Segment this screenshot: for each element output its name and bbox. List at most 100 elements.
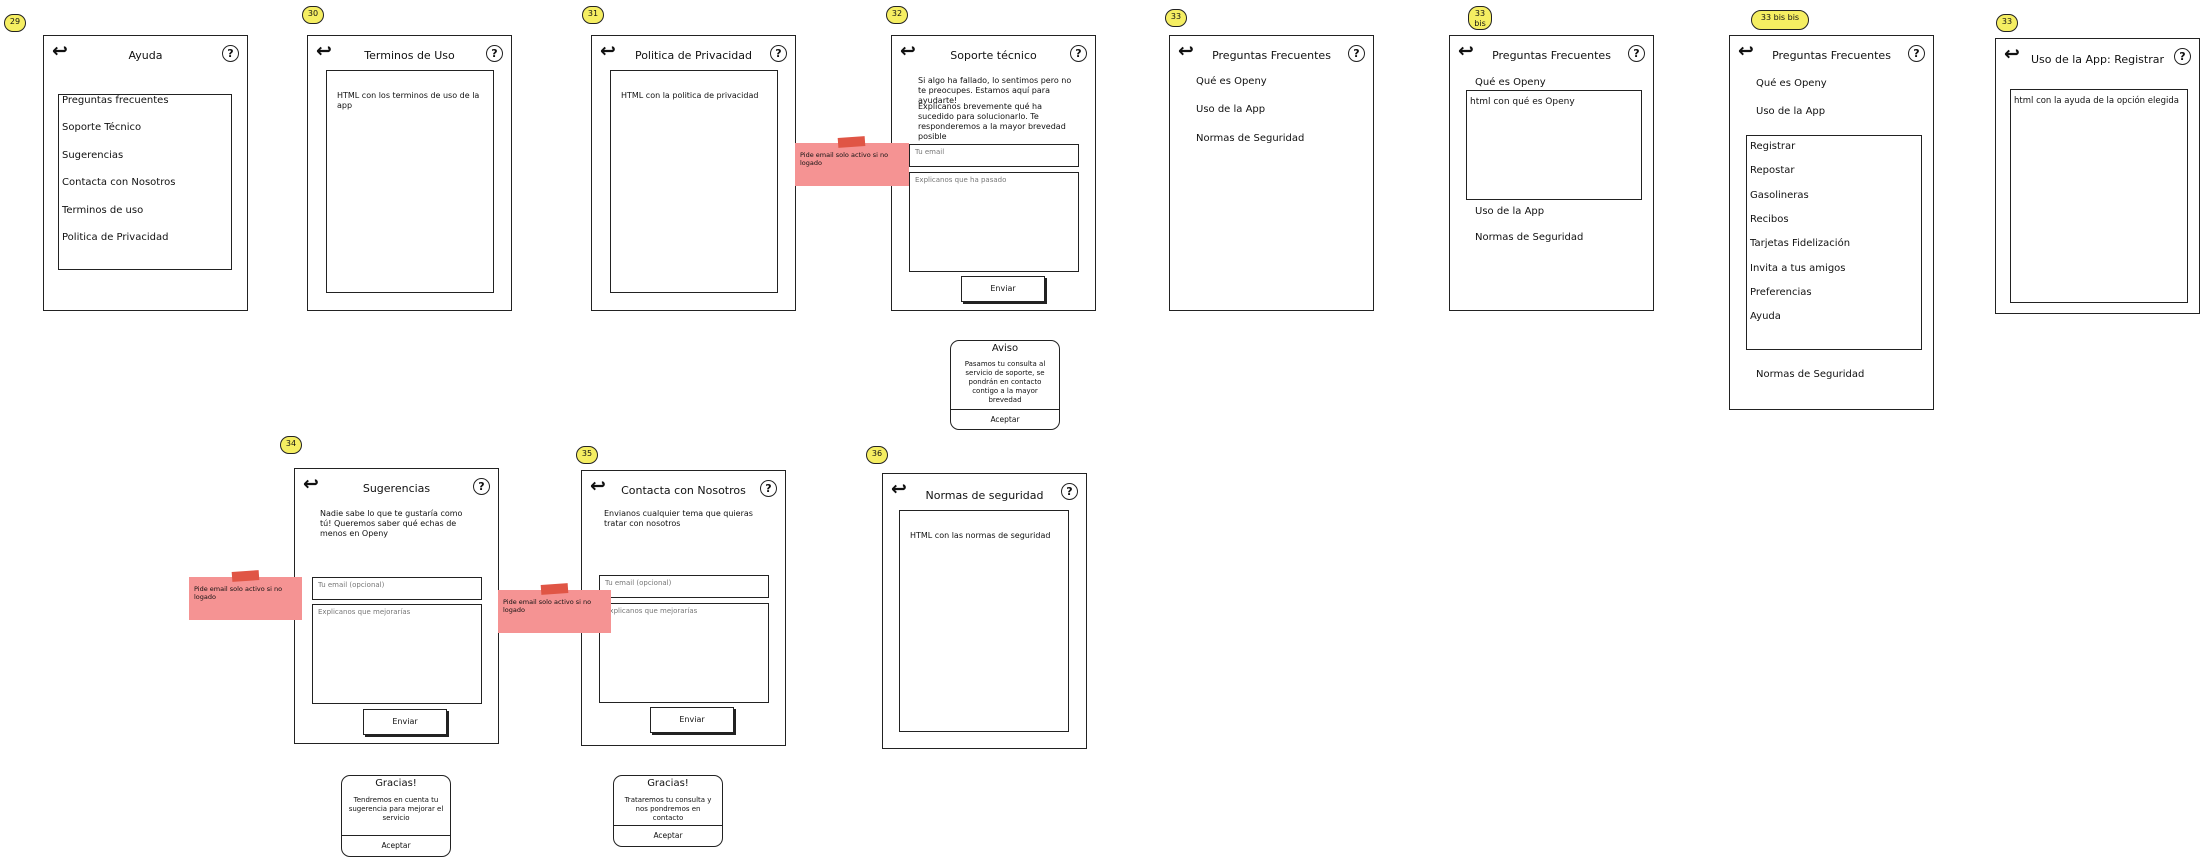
faq-item-uso-app[interactable]: Uso de la App: [1475, 206, 1544, 217]
screen-number-badge: 32: [886, 6, 908, 24]
screen-title: Preguntas Frecuentes: [1492, 49, 1611, 62]
help-icon[interactable]: ?: [770, 45, 787, 62]
menu-item-tech-support[interactable]: Soporte Técnico: [62, 122, 141, 133]
note-tape: [231, 570, 260, 582]
submenu-item-ayuda[interactable]: Ayuda: [1750, 311, 1781, 322]
faq-item-uso-app[interactable]: Uso de la App: [1196, 104, 1265, 115]
screen-title: Soporte técnico: [950, 49, 1037, 62]
submenu-item-recibos[interactable]: Recibos: [1750, 214, 1789, 225]
menu-item-suggestions[interactable]: Sugerencias: [62, 150, 123, 161]
dialog-accept-button[interactable]: Aceptar: [614, 831, 722, 840]
faq-item-normas-seguridad[interactable]: Normas de Seguridad: [1196, 133, 1304, 144]
sticky-note: Pide email solo activo si no logado: [498, 590, 611, 633]
help-icon[interactable]: ?: [1908, 45, 1925, 62]
help-icon[interactable]: ?: [1061, 483, 1078, 500]
html-content-area: HTML con los terminos de uso de la app: [326, 70, 494, 293]
email-field[interactable]: Tu email (opcional): [312, 577, 482, 600]
instructions-text: Explicanos brevemente qué ha sucedido pa…: [918, 102, 1066, 141]
menu-item-faq[interactable]: Preguntas frecuentes: [62, 95, 169, 106]
help-icon[interactable]: ?: [486, 45, 503, 62]
help-icon[interactable]: ?: [2174, 48, 2191, 65]
faq-item-que-es-openy[interactable]: Qué es Openy: [1196, 76, 1267, 87]
email-field[interactable]: Tu email (opcional): [599, 575, 769, 598]
screen-title: Sugerencias: [362, 482, 431, 495]
screen-title: Preguntas Frecuentes: [1212, 49, 1331, 62]
screen-number-badge: 34: [280, 436, 302, 454]
html-content-area: html con la ayuda de la opción elegida: [2010, 89, 2188, 303]
screen-title: Normas de seguridad: [925, 489, 1044, 502]
menu-item-contact[interactable]: Contacta con Nosotros: [62, 177, 175, 188]
note-tape: [837, 136, 866, 148]
submenu-item-registrar[interactable]: Registrar: [1750, 141, 1795, 152]
screen-number-badge: 33 bis: [1468, 6, 1492, 30]
submenu-item-repostar[interactable]: Repostar: [1750, 165, 1795, 176]
intro-text: Nadie sabe lo que te gustaría como tú! Q…: [320, 509, 463, 538]
dialog-accept-button[interactable]: Aceptar: [342, 841, 450, 850]
screen-title: Contacta con Nosotros: [621, 484, 746, 497]
dialog-divider: [951, 409, 1059, 410]
dialog-message: Pasamos tu consulta al servicio de sopor…: [964, 360, 1046, 404]
confirmation-dialog: Gracias! Trataremos tu consulta y nos po…: [613, 775, 723, 847]
dialog-title: Aviso: [991, 343, 1019, 354]
confirmation-dialog: Aviso Pasamos tu consulta al servicio de…: [950, 340, 1060, 430]
dialog-divider: [614, 825, 722, 826]
menu-item-privacy[interactable]: Politica de Privacidad: [62, 232, 168, 243]
screen-number-badge: 33: [1996, 14, 2018, 32]
screen-preguntas-frecuentes-submenu: ↩ Preguntas Frecuentes ? Qué es Openy Us…: [1729, 35, 1934, 410]
faq-answer-area: html con qué es Openy: [1466, 90, 1642, 200]
help-icon[interactable]: ?: [222, 45, 239, 62]
content-placeholder-text: HTML con las normas de seguridad: [910, 531, 1051, 540]
screen-politica-privacidad: ↩ Politica de Privacidad ? HTML con la p…: [591, 35, 796, 311]
submenu-list: Registrar Repostar Gasolineras Recibos T…: [1746, 135, 1922, 350]
help-icon[interactable]: ?: [1628, 45, 1645, 62]
dialog-title: Gracias!: [375, 778, 417, 789]
screen-number-badge: 36: [866, 446, 888, 464]
send-button[interactable]: Enviar: [961, 276, 1045, 302]
send-button[interactable]: Enviar: [650, 707, 734, 733]
screen-title: Ayuda: [128, 49, 163, 62]
sticky-note: Pide email solo activo si no logado: [795, 143, 909, 186]
screen-normas-seguridad: ↩ Normas de seguridad ? HTML con las nor…: [882, 473, 1087, 749]
screen-preguntas-frecuentes: ↩ Preguntas Frecuentes ? Qué es Openy Us…: [1169, 35, 1374, 311]
content-placeholder-text: html con qué es Openy: [1470, 97, 1575, 107]
submenu-item-tarjetas[interactable]: Tarjetas Fidelización: [1750, 238, 1850, 249]
screen-ayuda: ↩ Ayuda ? Preguntas frecuentes Soporte T…: [43, 35, 248, 311]
faq-item-normas-seguridad[interactable]: Normas de Seguridad: [1475, 232, 1583, 243]
screen-contacta-nosotros: ↩ Contacta con Nosotros ? Envianos cualq…: [581, 470, 786, 746]
screen-number-badge: 29: [4, 14, 26, 32]
content-placeholder-text: html con la ayuda de la opción elegida: [2014, 96, 2179, 106]
message-textarea[interactable]: Explicanos que mejorarías: [312, 604, 482, 704]
html-content-area: HTML con la politica de privacidad: [610, 70, 778, 293]
help-icon[interactable]: ?: [1070, 45, 1087, 62]
faq-item-uso-app[interactable]: Uso de la App: [1756, 106, 1825, 117]
content-placeholder-text: HTML con los terminos de uso de la app: [337, 91, 480, 110]
confirmation-dialog: Gracias! Tendremos en cuenta tu sugerenc…: [341, 775, 451, 857]
screen-terminos-uso: ↩ Terminos de Uso ? HTML con los termino…: [307, 35, 512, 311]
help-icon[interactable]: ?: [473, 478, 490, 495]
menu-item-terms[interactable]: Terminos de uso: [62, 205, 143, 216]
help-menu-list: Preguntas frecuentes Soporte Técnico Sug…: [58, 94, 232, 270]
screen-number-badge: 31: [582, 6, 604, 24]
screen-title: Preguntas Frecuentes: [1772, 49, 1891, 62]
dialog-accept-button[interactable]: Aceptar: [951, 415, 1059, 424]
email-field[interactable]: Tu email: [909, 144, 1079, 167]
dialog-title: Gracias!: [647, 778, 689, 789]
dialog-message: Tendremos en cuenta tu sugerencia para m…: [348, 796, 444, 822]
submenu-item-gasolineras[interactable]: Gasolineras: [1750, 190, 1809, 201]
screen-number-badge: 35: [576, 446, 598, 464]
faq-item-que-es-openy[interactable]: Qué es Openy: [1756, 78, 1827, 89]
faq-item-normas-seguridad[interactable]: Normas de Seguridad: [1756, 369, 1864, 380]
submenu-item-preferencias[interactable]: Preferencias: [1750, 287, 1812, 298]
screen-number-badge: 30: [302, 6, 324, 24]
help-icon[interactable]: ?: [760, 480, 777, 497]
message-textarea[interactable]: Explicanos que mejorarías: [599, 603, 769, 703]
screen-preguntas-frecuentes-expanded: ↩ Preguntas Frecuentes ? Qué es Openy ht…: [1449, 35, 1654, 311]
screen-number-badge: 33 bis bis: [1751, 10, 1809, 30]
send-button[interactable]: Enviar: [363, 709, 447, 735]
faq-item-que-es-openy[interactable]: Qué es Openy: [1475, 77, 1546, 88]
submenu-item-invita[interactable]: Invita a tus amigos: [1750, 263, 1846, 274]
help-icon[interactable]: ?: [1348, 45, 1365, 62]
message-textarea[interactable]: Explicanos que ha pasado: [909, 172, 1079, 272]
html-content-area: HTML con las normas de seguridad: [899, 510, 1069, 732]
screen-title: Politica de Privacidad: [634, 49, 753, 62]
